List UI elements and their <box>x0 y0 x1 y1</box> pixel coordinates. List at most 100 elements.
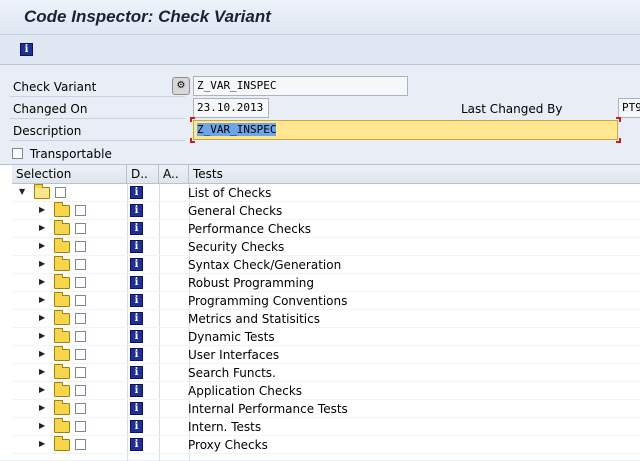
tree-row[interactable]: ▶ i Performance Checks <box>12 220 640 238</box>
tree-checkbox[interactable] <box>55 187 66 198</box>
info-icon[interactable]: i <box>130 276 143 289</box>
info-icon[interactable]: i <box>130 402 143 415</box>
tree-row-label: Syntax Check/Generation <box>188 258 342 272</box>
tree-checkbox[interactable] <box>75 331 86 342</box>
tree-rows: ▼ i List of Checks ▶ i General Checks ▶ i Per… <box>12 184 640 454</box>
tree-row-label: Proxy Checks <box>188 438 268 452</box>
tree-row[interactable]: ▶ i Programming Conventions <box>12 292 640 310</box>
info-icon[interactable]: i <box>130 222 143 235</box>
tree-checkbox[interactable] <box>75 205 86 216</box>
tree-checkbox[interactable] <box>75 367 86 378</box>
tree-row[interactable]: ▶ i Robust Programming <box>12 274 640 292</box>
expand-arrow-icon[interactable]: ▶ <box>39 205 45 214</box>
info-icon[interactable]: i <box>130 258 143 271</box>
check-variant-field[interactable]: Z_VAR_INSPEC <box>193 76 408 96</box>
column-a[interactable]: A.. <box>159 165 189 184</box>
tree-checkbox[interactable] <box>75 349 86 360</box>
tree-row-label: Performance Checks <box>188 222 312 236</box>
variant-picker-icon[interactable]: ⚙ <box>172 77 190 95</box>
info-icon[interactable]: i <box>130 366 143 379</box>
focus-corner-bl <box>190 138 195 143</box>
application-toolbar: i <box>0 35 640 65</box>
changed-on-label: Changed On <box>10 99 185 119</box>
tree-row[interactable]: ▶ i Proxy Checks <box>12 436 640 454</box>
transportable-label: Transportable <box>29 146 112 161</box>
expand-arrow-icon[interactable]: ▶ <box>39 259 45 268</box>
tree-row[interactable]: ▶ i Internal Performance Tests <box>12 400 640 418</box>
title-bar: Code Inspector: Check Variant <box>0 0 640 35</box>
tree-checkbox[interactable] <box>75 421 86 432</box>
info-icon[interactable]: i <box>130 438 143 451</box>
column-selection[interactable]: Selection <box>12 165 127 184</box>
tree-row[interactable]: ▶ i Search Functs. <box>12 364 640 382</box>
tree-checkbox[interactable] <box>75 385 86 396</box>
tree-row[interactable]: ▶ i Syntax Check/Generation <box>12 256 640 274</box>
tree-checkbox[interactable] <box>75 313 86 324</box>
folder-icon <box>54 400 70 415</box>
tree-row[interactable]: ▶ i Dynamic Tests <box>12 328 640 346</box>
tree-row[interactable]: ▶ i Security Checks <box>12 238 640 256</box>
tree-row-label: Intern. Tests <box>188 420 262 434</box>
expand-arrow-icon[interactable]: ▶ <box>39 367 45 376</box>
tree-checkbox[interactable] <box>75 223 86 234</box>
folder-icon <box>54 418 70 433</box>
tree-checkbox[interactable] <box>75 439 86 450</box>
tree-checkbox[interactable] <box>75 277 86 288</box>
description-value: Z_VAR_INSPEC <box>197 123 277 136</box>
tree-row-label: Programming Conventions <box>188 294 348 308</box>
tree-row[interactable]: ▶ i General Checks <box>12 202 640 220</box>
tree-row[interactable]: ▶ i User Interfaces <box>12 346 640 364</box>
tree-checkbox[interactable] <box>75 295 86 306</box>
tree-row[interactable]: ▶ i Application Checks <box>12 382 640 400</box>
last-changed-by-label: Last Changed By <box>461 102 563 116</box>
focus-corner-tl <box>190 117 195 122</box>
expand-arrow-icon[interactable]: ▶ <box>39 385 45 394</box>
tree-row-label: Search Functs. <box>188 366 276 380</box>
expand-arrow-icon[interactable]: ▶ <box>39 313 45 322</box>
tree-row-root[interactable]: ▼ i List of Checks <box>12 184 640 202</box>
expand-arrow-icon[interactable]: ▶ <box>39 331 45 340</box>
info-icon[interactable]: i <box>20 43 33 56</box>
tree-checkbox[interactable] <box>75 241 86 252</box>
folder-icon <box>54 238 70 253</box>
checks-tree: Selection D.. A.. Tests ▼ i List of Chec… <box>0 164 640 461</box>
tree-checkbox[interactable] <box>75 403 86 414</box>
tree-row-label: General Checks <box>188 204 283 218</box>
folder-icon <box>54 382 70 397</box>
expand-arrow-icon[interactable]: ▶ <box>39 421 45 430</box>
expand-arrow-icon[interactable]: ▶ <box>39 403 45 412</box>
window-title: Code Inspector: Check Variant <box>24 7 271 26</box>
expand-arrow-icon[interactable]: ▶ <box>39 439 45 448</box>
check-variant-label: Check Variant <box>10 77 185 97</box>
focus-corner-tr <box>616 117 621 122</box>
collapse-arrow-icon[interactable]: ▼ <box>19 187 25 196</box>
tree-checkbox[interactable] <box>75 259 86 270</box>
info-icon[interactable]: i <box>130 294 143 307</box>
tree-row[interactable]: ▶ i Metrics and Statisitics <box>12 310 640 328</box>
tree-row-label: Robust Programming <box>188 276 315 290</box>
info-icon[interactable]: i <box>130 348 143 361</box>
tree-row-label: Internal Performance Tests <box>188 402 348 416</box>
info-icon[interactable]: i <box>130 240 143 253</box>
transportable-checkbox-row[interactable]: Transportable <box>12 146 112 161</box>
info-icon[interactable]: i <box>130 312 143 325</box>
folder-icon <box>54 328 70 343</box>
expand-arrow-icon[interactable]: ▶ <box>39 223 45 232</box>
column-tests[interactable]: Tests <box>189 165 640 184</box>
tree-row-label: Application Checks <box>188 384 303 398</box>
tree-row[interactable]: ▶ i Intern. Tests <box>12 418 640 436</box>
expand-arrow-icon[interactable]: ▶ <box>39 277 45 286</box>
info-icon[interactable]: i <box>130 384 143 397</box>
transportable-checkbox[interactable] <box>12 148 23 159</box>
description-field[interactable]: Z_VAR_INSPEC <box>193 120 618 140</box>
expand-arrow-icon[interactable]: ▶ <box>39 241 45 250</box>
column-d[interactable]: D.. <box>127 165 159 184</box>
folder-icon <box>54 274 70 289</box>
folder-icon <box>54 202 70 217</box>
info-icon[interactable]: i <box>130 204 143 217</box>
expand-arrow-icon[interactable]: ▶ <box>39 349 45 358</box>
info-icon[interactable]: i <box>130 420 143 433</box>
expand-arrow-icon[interactable]: ▶ <box>39 295 45 304</box>
info-icon[interactable]: i <box>130 330 143 343</box>
info-icon[interactable]: i <box>130 186 143 199</box>
